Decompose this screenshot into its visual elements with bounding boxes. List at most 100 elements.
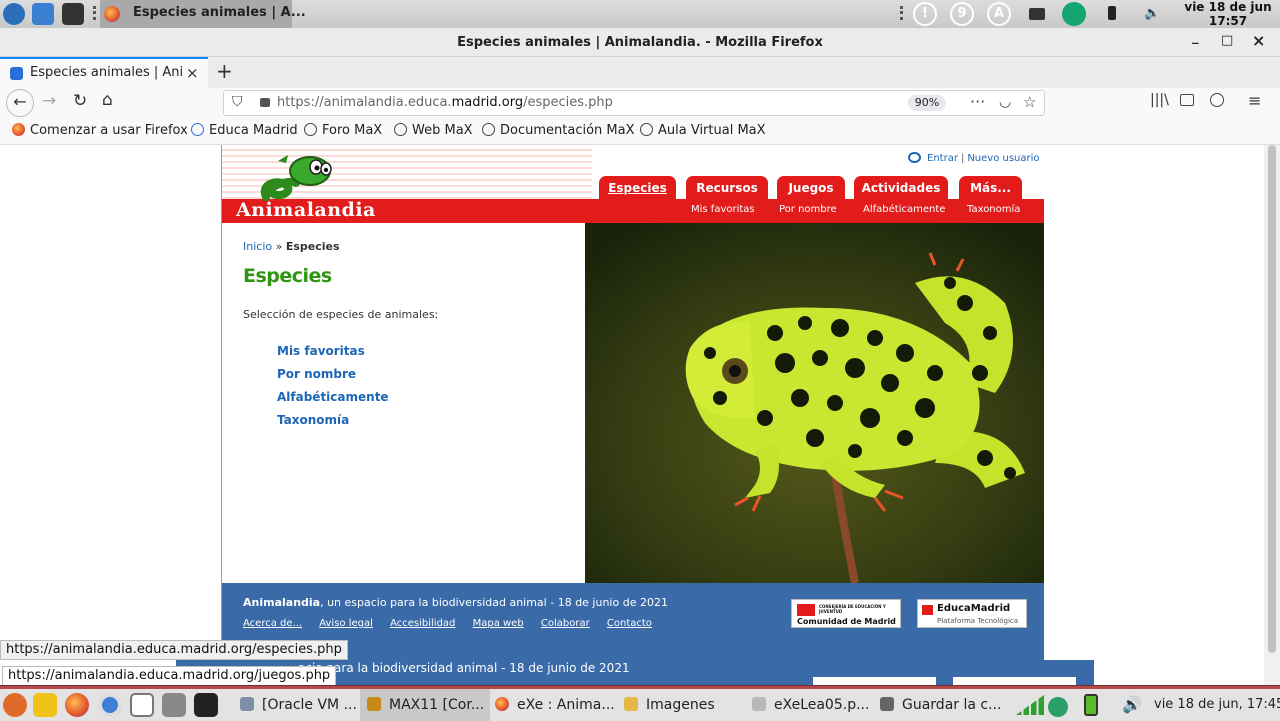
chromium-launcher-icon[interactable] bbox=[98, 693, 122, 717]
desktop-icon[interactable] bbox=[32, 3, 54, 25]
tab-close-button[interactable]: × bbox=[186, 64, 199, 82]
bookmark-web-max[interactable]: Web MaX bbox=[394, 123, 473, 138]
home-button[interactable]: ⌂ bbox=[102, 90, 113, 110]
firefox-icon bbox=[12, 123, 25, 136]
notes-launcher-icon[interactable] bbox=[130, 693, 154, 717]
sidebar-icon[interactable] bbox=[1180, 94, 1194, 106]
battery-icon[interactable] bbox=[1108, 6, 1116, 20]
menu-tab-actividades[interactable]: Actividades bbox=[854, 176, 948, 200]
url-bar[interactable]: ⛉ https://animalandia.educa.madrid.org/e… bbox=[223, 90, 1045, 116]
link-taxonomia[interactable]: Taxonomía bbox=[277, 413, 389, 436]
menu-tab-mas[interactable]: Más... bbox=[959, 176, 1022, 200]
indicator-a[interactable]: A bbox=[987, 2, 1011, 26]
link-mis-favoritas[interactable]: Mis favoritas bbox=[277, 344, 389, 367]
scrollbar-thumb[interactable] bbox=[1268, 145, 1276, 653]
status-green-icon[interactable] bbox=[1062, 2, 1086, 26]
bookmark-educa-madrid[interactable]: Educa Madrid bbox=[191, 123, 298, 138]
menu-tab-label: Recursos bbox=[696, 181, 758, 195]
taskbar-task-max11[interactable]: MAX11 [Cor... bbox=[367, 689, 484, 721]
library-icon[interactable]: |||\ bbox=[1150, 92, 1169, 108]
separator-dots-icon bbox=[900, 6, 903, 20]
page-scrollbar[interactable] bbox=[1264, 145, 1280, 685]
globe-icon bbox=[482, 123, 495, 136]
taskbar-clock[interactable]: vie 18 de jun, 17:45 bbox=[1154, 689, 1280, 721]
bookmark-foro-max[interactable]: Foro MaX bbox=[304, 123, 382, 138]
minimize-button[interactable]: _ bbox=[1192, 30, 1199, 45]
taskbar-task-exelea[interactable]: eXeLea05.p... bbox=[752, 689, 869, 721]
update-icon[interactable]: ! bbox=[913, 2, 937, 26]
partner-educamadrid[interactable]: EducaMadrid Plataforma Tecnológica bbox=[917, 599, 1027, 628]
footer-link-contacto[interactable]: Contacto bbox=[607, 618, 652, 629]
task-label: Guardar la c... bbox=[902, 697, 1002, 713]
taskbar-task-guardar[interactable]: Guardar la c... bbox=[880, 689, 1001, 721]
new-user-link[interactable]: Nuevo usuario bbox=[967, 153, 1039, 164]
site-logo-text[interactable]: Animalandia bbox=[236, 199, 376, 221]
back-button[interactable]: ← bbox=[6, 89, 34, 117]
screenshot-launcher-icon[interactable] bbox=[162, 693, 186, 717]
shield-icon[interactable]: ⛉ bbox=[232, 94, 243, 110]
url-text[interactable]: https://animalandia.educa.madrid.org/esp… bbox=[277, 95, 613, 110]
login-link[interactable]: Entrar bbox=[927, 153, 958, 164]
bookmark-getting-started[interactable]: Comenzar a usar Firefox bbox=[12, 123, 188, 138]
reload-button[interactable]: ↻ bbox=[73, 91, 87, 111]
bookmark-documentacion-max[interactable]: Documentación MaX bbox=[482, 123, 635, 138]
bookmark-aula-virtual-max[interactable]: Aula Virtual MaX bbox=[640, 123, 766, 138]
forward-button[interactable]: → bbox=[42, 91, 56, 111]
close-window-button[interactable]: × bbox=[1252, 31, 1265, 50]
network-signal-icon[interactable] bbox=[1016, 695, 1044, 715]
ghost-partner-box bbox=[813, 677, 936, 685]
submenu-alfabeticamente[interactable]: Alfabéticamente bbox=[863, 204, 945, 215]
taskbar-task-oracle-vm[interactable]: [Oracle VM ... bbox=[240, 689, 357, 721]
taskbar-task-imagenes[interactable]: Imagenes bbox=[624, 689, 715, 721]
submenu-taxonomia[interactable]: Taxonomía bbox=[967, 204, 1020, 215]
footer-link-acerca[interactable]: Acerca de... bbox=[243, 618, 302, 629]
firefox-launcher-icon[interactable] bbox=[65, 693, 89, 717]
link-por-nombre[interactable]: Por nombre bbox=[277, 367, 389, 390]
maximize-button[interactable]: □ bbox=[1221, 33, 1233, 48]
snake-logo-icon[interactable] bbox=[258, 153, 334, 203]
firefox-icon bbox=[104, 6, 120, 22]
page-actions-icon[interactable]: ··· bbox=[970, 92, 985, 111]
breadcrumb-home-link[interactable]: Inicio bbox=[243, 240, 272, 253]
new-tab-button[interactable]: + bbox=[216, 59, 233, 83]
tab-especies[interactable]: Especies animales | Animalandia. × bbox=[0, 57, 208, 88]
panel-clock[interactable]: vie 18 de jun 17:57 bbox=[1178, 0, 1278, 28]
app-menu-icon[interactable] bbox=[3, 3, 25, 25]
menu-tab-juegos[interactable]: Juegos bbox=[777, 176, 845, 200]
settings-launcher-icon[interactable] bbox=[3, 693, 27, 717]
editor-launcher-icon[interactable] bbox=[33, 693, 57, 717]
battery-taskbar-icon[interactable] bbox=[1084, 694, 1098, 716]
pocket-icon[interactable]: ◡ bbox=[999, 94, 1011, 110]
indicator-9[interactable]: 9 bbox=[950, 2, 974, 26]
footer-link-aviso-legal[interactable]: Aviso legal bbox=[319, 618, 373, 629]
bookmark-star-icon[interactable]: ☆ bbox=[1023, 93, 1036, 111]
menu-tab-especies[interactable]: Especies bbox=[599, 176, 676, 200]
desktop-top-panel: Especies animales | A... ! 9 A 🔈 vie 18 … bbox=[0, 0, 1280, 28]
volume-icon[interactable]: 🔈 bbox=[1144, 6, 1160, 21]
terminal-launcher-icon[interactable] bbox=[194, 693, 218, 717]
menu-tab-recursos[interactable]: Recursos bbox=[686, 176, 768, 200]
submenu-por-nombre[interactable]: Por nombre bbox=[779, 204, 837, 215]
login-icon[interactable] bbox=[908, 152, 921, 163]
footer-link-accesibilidad[interactable]: Accesibilidad bbox=[390, 618, 455, 629]
window-titlebar[interactable]: Especies animales | Animalandia. - Mozil… bbox=[0, 28, 1280, 57]
footer-link-colaborar[interactable]: Colaborar bbox=[541, 618, 590, 629]
volume-taskbar-icon[interactable]: 🔊 bbox=[1122, 695, 1142, 714]
page-viewport[interactable]: Animalandia Entrar | Nuevo usuario Especie… bbox=[0, 145, 1264, 685]
frog-photo bbox=[585, 223, 1044, 583]
separator-dots-icon bbox=[93, 6, 96, 20]
lock-icon[interactable] bbox=[260, 98, 270, 107]
partner-comunidad-madrid[interactable]: CONSEJERÍA DE EDUCACIÓN Y JUVENTUD Comun… bbox=[791, 599, 901, 628]
terminal-icon[interactable] bbox=[62, 3, 84, 25]
screen-icon[interactable] bbox=[1029, 8, 1045, 20]
menu-tab-label: Más... bbox=[970, 181, 1011, 195]
footer-link-mapa-web[interactable]: Mapa web bbox=[473, 618, 524, 629]
menu-hamburger-icon[interactable]: ≡ bbox=[1248, 91, 1261, 110]
taskbar-task-exe[interactable]: eXe : Anima... bbox=[495, 689, 615, 721]
zoom-level-badge[interactable]: 90% bbox=[908, 95, 946, 111]
link-alfabeticamente[interactable]: Alfabéticamente bbox=[277, 390, 389, 413]
taskbar-body: [Oracle VM ... MAX11 [Cor... eXe : Anima… bbox=[0, 689, 1280, 721]
account-icon[interactable] bbox=[1210, 93, 1224, 107]
check-icon[interactable] bbox=[1048, 697, 1068, 717]
submenu-mis-favoritas[interactable]: Mis favoritas bbox=[691, 204, 755, 215]
